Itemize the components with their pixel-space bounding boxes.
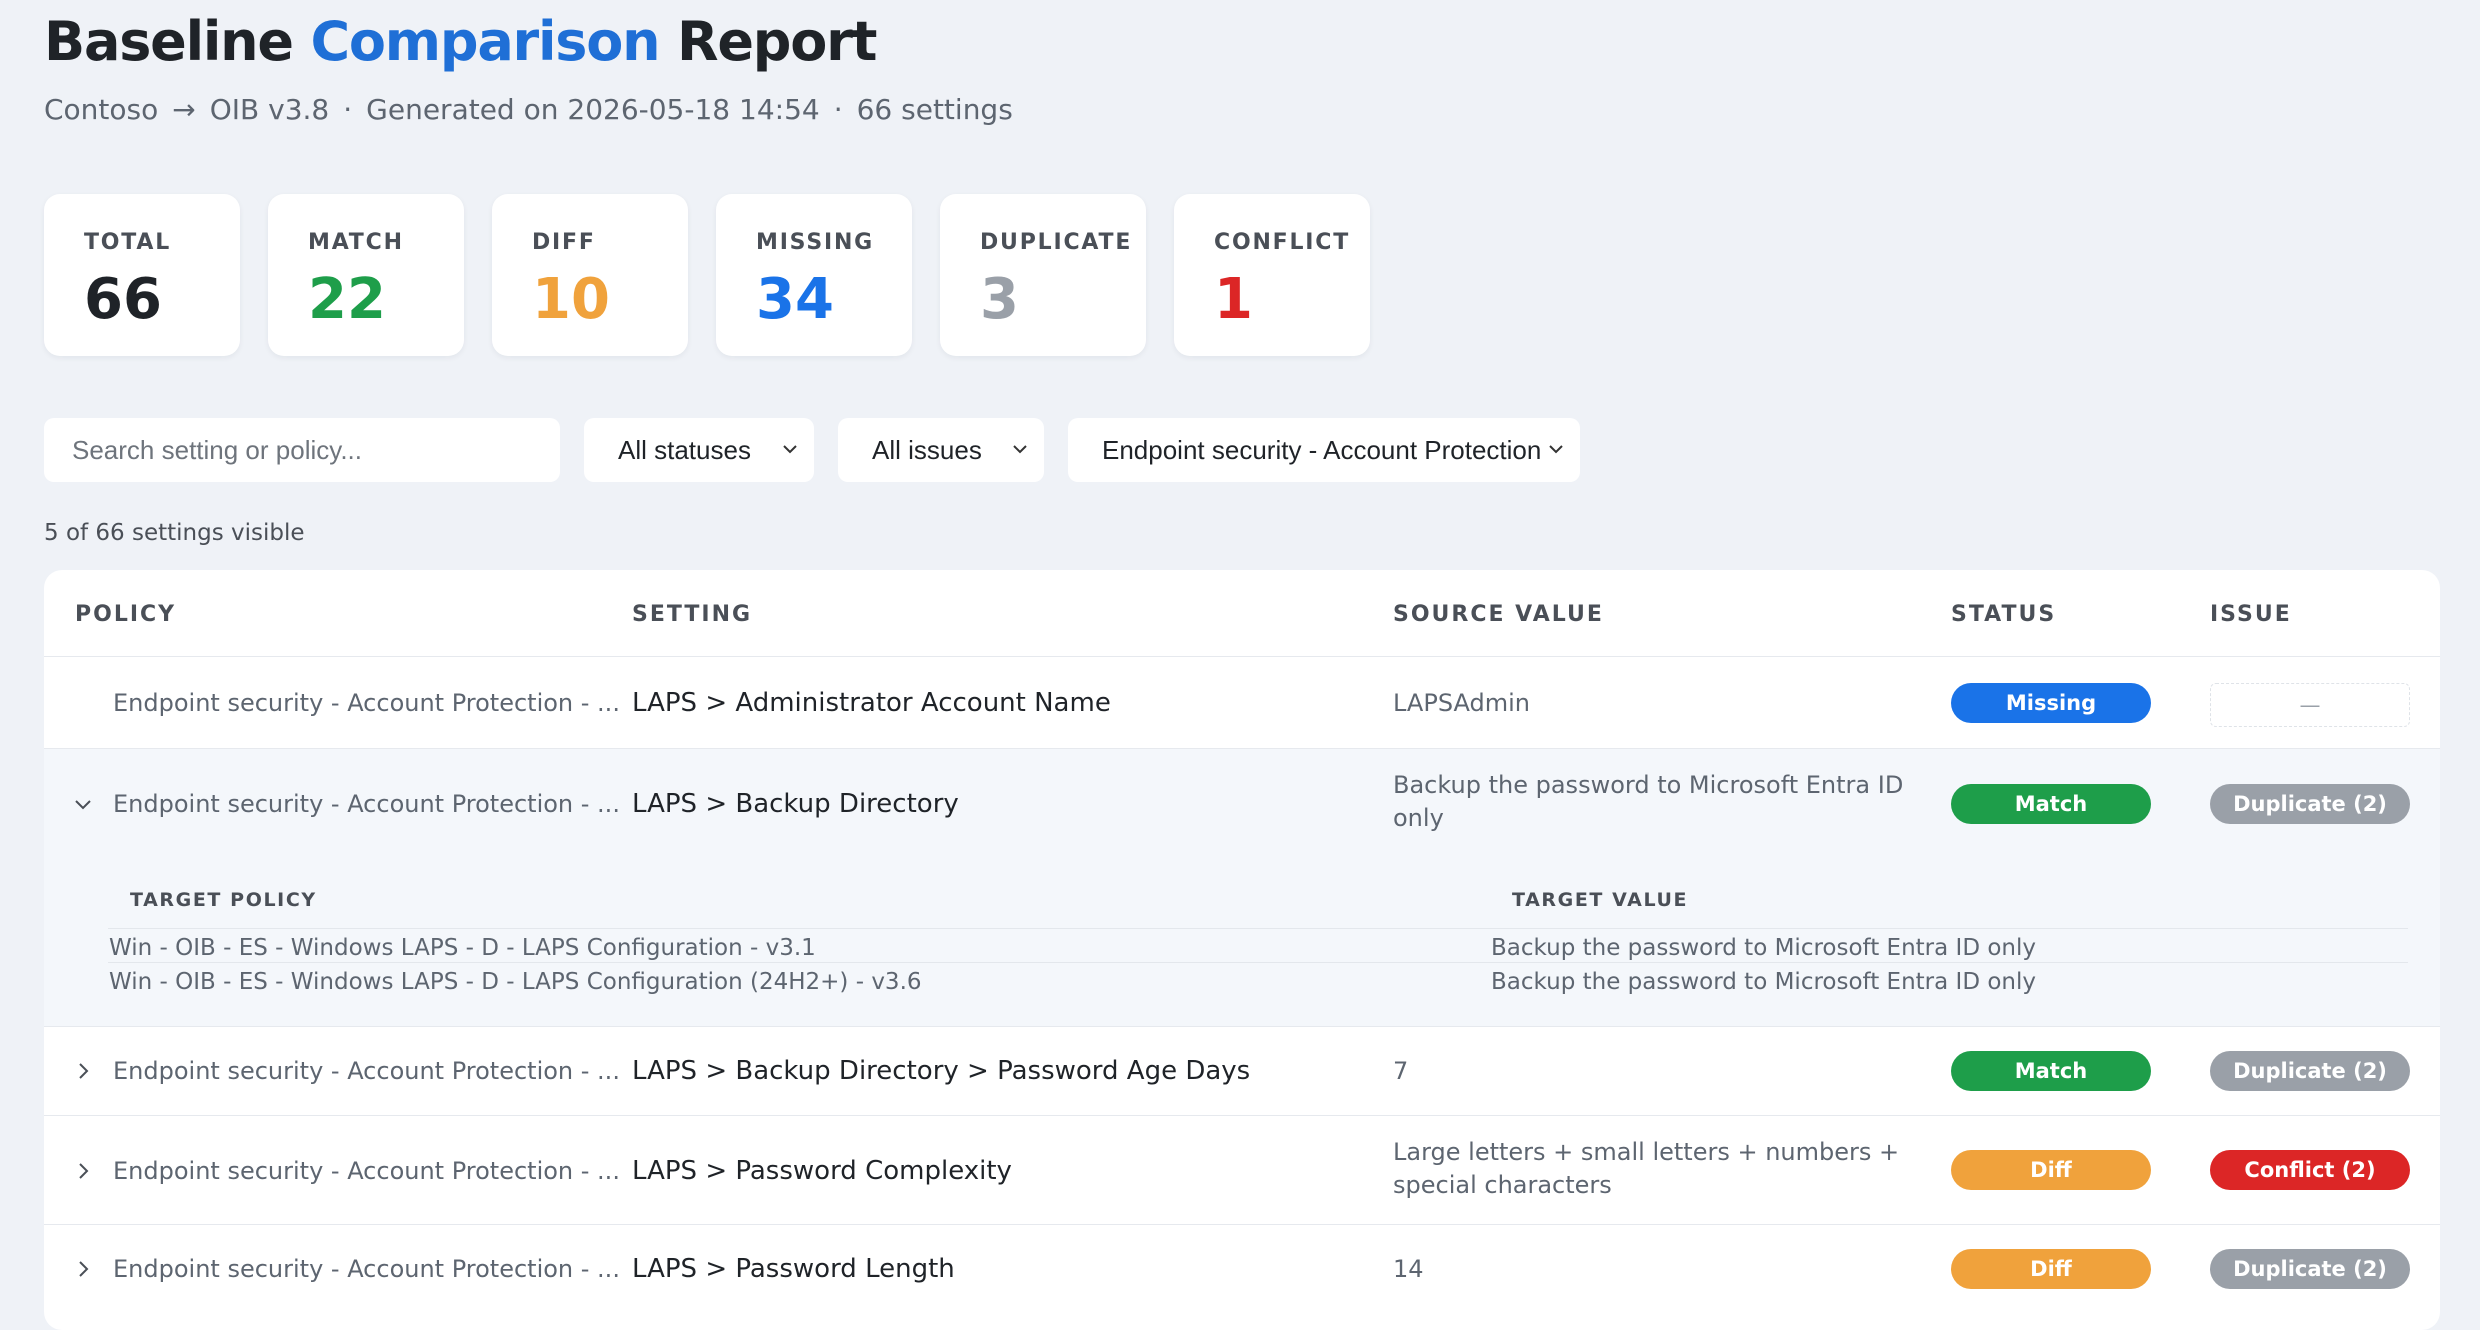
source-value-cell: LAPSAdmin bbox=[1393, 689, 1530, 717]
card-label: DIFF bbox=[532, 230, 596, 255]
title-accent: Comparison bbox=[310, 10, 660, 73]
status-badge: Diff bbox=[1951, 1249, 2151, 1289]
setting-cell: LAPS > Password Length bbox=[632, 1254, 955, 1284]
tenant-name: Contoso bbox=[44, 93, 159, 126]
chevron-right-icon[interactable] bbox=[72, 1160, 94, 1182]
table-row[interactable]: Endpoint security - Account Protection -… bbox=[44, 1026, 2440, 1116]
card-match: MATCH 22 bbox=[268, 194, 464, 356]
chevron-down-icon bbox=[783, 445, 797, 454]
issue-badge: Conflict (2) bbox=[2210, 1150, 2410, 1190]
issue-badge-empty: — bbox=[2210, 683, 2410, 727]
status-filter-select[interactable]: All statuses bbox=[584, 418, 814, 482]
issue-badge: Duplicate (2) bbox=[2210, 784, 2410, 824]
chevron-down-icon bbox=[1546, 439, 1566, 459]
table-row[interactable]: Endpoint security - Account Protection -… bbox=[44, 656, 2440, 749]
status-badge: Missing bbox=[1951, 683, 2151, 723]
card-value: 66 bbox=[84, 267, 162, 332]
card-diff: DIFF 10 bbox=[492, 194, 688, 356]
dot-separator: · bbox=[343, 93, 353, 126]
header-issue: ISSUE bbox=[2210, 602, 2292, 627]
policy-cell: Endpoint security - Account Protection -… bbox=[113, 1255, 620, 1283]
dot-separator: · bbox=[833, 93, 843, 126]
chevron-right-icon[interactable] bbox=[72, 1060, 94, 1082]
chevron-right-icon[interactable] bbox=[72, 1258, 94, 1280]
detail-target-value: Backup the password to Microsoft Entra I… bbox=[1491, 969, 2037, 995]
header-status: STATUS bbox=[1951, 602, 2057, 627]
table-row-expanded[interactable]: Endpoint security - Account Protection -… bbox=[44, 748, 2440, 858]
source-value-cell: 14 bbox=[1393, 1255, 1424, 1283]
card-label: TOTAL bbox=[84, 230, 172, 255]
baseline-version: OIB v3.8 bbox=[209, 93, 330, 126]
card-value: 3 bbox=[980, 267, 1019, 332]
source-value-cell: Large letters + small letters + numbers … bbox=[1393, 1138, 1900, 1199]
card-value: 1 bbox=[1214, 267, 1253, 332]
issue-filter-value: All issues bbox=[872, 434, 982, 465]
generated-timestamp: Generated on 2026-05-18 14:54 bbox=[366, 93, 820, 126]
status-badge: Match bbox=[1951, 784, 2151, 824]
chevron-down-icon[interactable] bbox=[72, 793, 94, 815]
page-title: Baseline Comparison Report bbox=[44, 10, 877, 74]
card-value: 10 bbox=[532, 267, 610, 332]
chevron-down-icon bbox=[1013, 445, 1027, 454]
card-missing: MISSING 34 bbox=[716, 194, 912, 356]
detail-divider bbox=[108, 962, 2408, 963]
setting-cell: LAPS > Administrator Account Name bbox=[632, 688, 1111, 718]
card-value: 22 bbox=[308, 267, 386, 332]
issue-filter-select[interactable]: All issues bbox=[838, 418, 1044, 482]
policy-cell: Endpoint security - Account Protection -… bbox=[113, 1157, 620, 1185]
search-input[interactable]: Search setting or policy... bbox=[44, 418, 560, 482]
header-setting: SETTING bbox=[632, 602, 753, 627]
card-value: 34 bbox=[756, 267, 834, 332]
detail-divider bbox=[108, 928, 2408, 929]
visible-count: 5 of 66 settings visible bbox=[44, 520, 305, 546]
header-policy: POLICY bbox=[75, 602, 177, 627]
card-duplicate: DUPLICATE 3 bbox=[940, 194, 1146, 356]
settings-count: 66 settings bbox=[856, 93, 1013, 126]
policy-cell: Endpoint security - Account Protection -… bbox=[113, 689, 620, 717]
setting-cell: LAPS > Backup Directory > Password Age D… bbox=[632, 1056, 1251, 1086]
arrow-icon: → bbox=[172, 93, 196, 126]
setting-cell: LAPS > Password Complexity bbox=[632, 1156, 1012, 1186]
issue-badge: Duplicate (2) bbox=[2210, 1249, 2410, 1289]
policy-filter-value: Endpoint security - Account Protection - bbox=[1102, 434, 1558, 465]
table-row[interactable]: Endpoint security - Account Protection -… bbox=[44, 1224, 2440, 1325]
detail-target-value: Backup the password to Microsoft Entra I… bbox=[1491, 935, 2037, 961]
policy-filter-select[interactable]: Endpoint security - Account Protection - bbox=[1068, 418, 1580, 482]
detail-header-target-policy: TARGET POLICY bbox=[130, 889, 317, 911]
setting-cell: LAPS > Backup Directory bbox=[632, 789, 959, 819]
report-subtitle: Contoso → OIB v3.8 · Generated on 2026-05-18… bbox=[44, 92, 1013, 128]
card-label: MISSING bbox=[756, 230, 875, 255]
card-conflict: CONFLICT 1 bbox=[1174, 194, 1370, 356]
policy-cell: Endpoint security - Account Protection -… bbox=[113, 1057, 620, 1085]
card-label: MATCH bbox=[308, 230, 404, 255]
row-detail-panel: TARGET POLICY TARGET VALUE Win - OIB - E… bbox=[44, 857, 2440, 1026]
card-label: CONFLICT bbox=[1214, 230, 1351, 255]
card-label: DUPLICATE bbox=[980, 230, 1133, 255]
status-badge: Match bbox=[1951, 1051, 2151, 1091]
issue-badge: Duplicate (2) bbox=[2210, 1051, 2410, 1091]
detail-header-target-value: TARGET VALUE bbox=[1512, 889, 1689, 911]
card-total: TOTAL 66 bbox=[44, 194, 240, 356]
header-source-value: SOURCE VALUE bbox=[1393, 602, 1604, 627]
detail-target-policy: Win - OIB - ES - Windows LAPS - D - LAPS… bbox=[109, 935, 816, 961]
title-word-3: Report bbox=[677, 10, 877, 73]
settings-table: POLICY SETTING SOURCE VALUE STATUS ISSUE… bbox=[44, 570, 2440, 1330]
status-filter-value: All statuses bbox=[618, 434, 751, 465]
detail-target-policy: Win - OIB - ES - Windows LAPS - D - LAPS… bbox=[109, 969, 922, 995]
title-word-1: Baseline bbox=[44, 10, 294, 73]
source-value-cell: Backup the password to Microsoft Entra I… bbox=[1393, 771, 1904, 832]
policy-cell: Endpoint security - Account Protection -… bbox=[113, 790, 620, 818]
status-badge: Diff bbox=[1951, 1150, 2151, 1190]
table-row[interactable]: Endpoint security - Account Protection -… bbox=[44, 1115, 2440, 1225]
source-value-cell: 7 bbox=[1393, 1057, 1409, 1085]
